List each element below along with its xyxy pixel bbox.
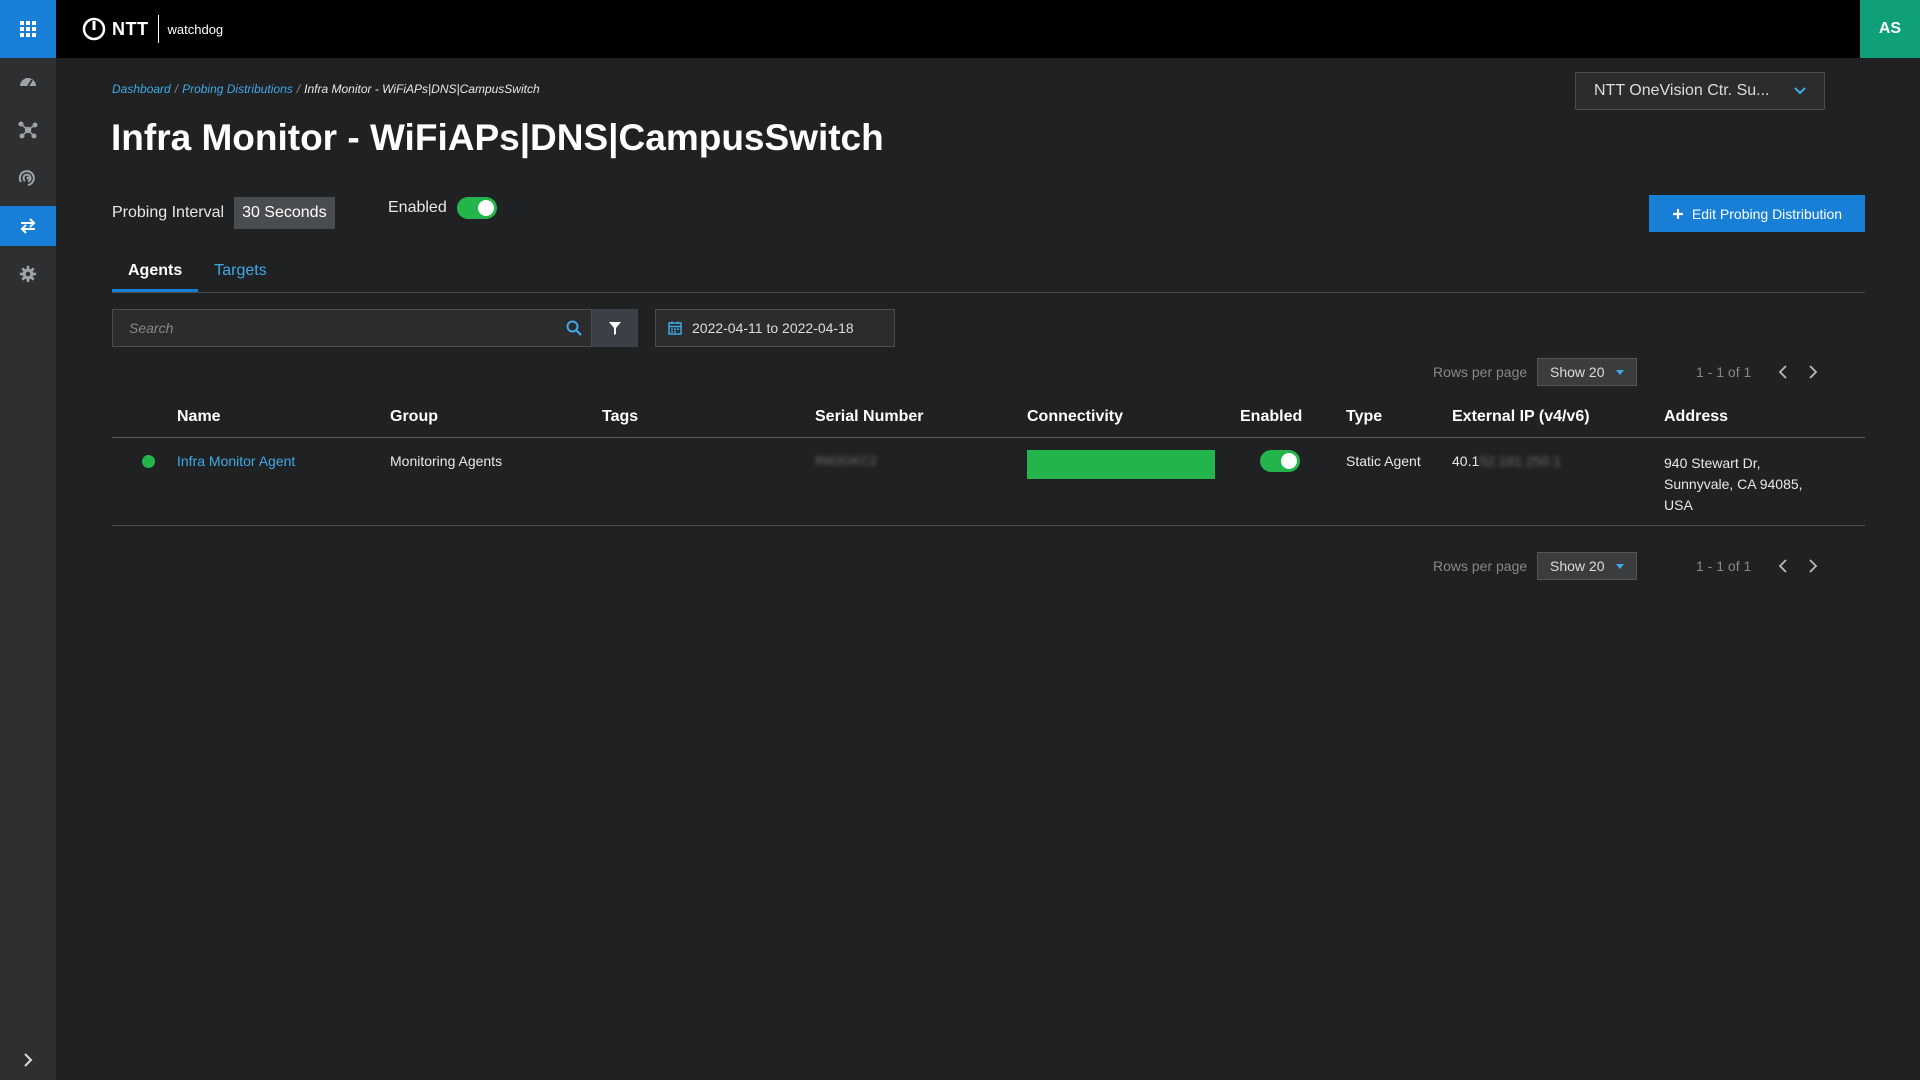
rows-per-page-value: Show 20: [1550, 558, 1605, 574]
table-row[interactable]: Infra Monitor Agent Monitoring Agents 8W…: [112, 438, 1865, 526]
tab-bar: Agents Targets: [112, 252, 1865, 293]
filter-button[interactable]: [592, 309, 638, 347]
page-title: Infra Monitor - WiFiAPs|DNS|CampusSwitch: [111, 117, 884, 158]
brand-divider: [157, 15, 159, 43]
sidebar-item-probing-distributions[interactable]: [0, 206, 56, 246]
probing-interval-label: Probing Interval: [112, 204, 225, 221]
column-header-enabled[interactable]: Enabled: [1240, 408, 1302, 426]
plus-icon: [1672, 208, 1683, 219]
brand-logo[interactable]: NTT watchdog: [82, 15, 223, 43]
table-header: Name Group Tags Serial Number Connectivi…: [112, 400, 1865, 438]
rows-per-page-select[interactable]: Show 20: [1537, 552, 1637, 580]
ip-redacted-part: 52.181.250.1: [1479, 453, 1561, 469]
address-line: Sunnyvale, CA 94085,: [1664, 476, 1803, 492]
edit-button-label: Edit Probing Distribution: [1691, 205, 1843, 222]
gear-icon: [19, 265, 37, 283]
chevron-right-icon[interactable]: [1807, 557, 1819, 575]
search-icon: [566, 320, 582, 336]
sidebar-expand-button[interactable]: [0, 1040, 56, 1080]
calendar-icon: [668, 321, 682, 335]
app-launcher-button[interactable]: [0, 0, 56, 58]
search-input[interactable]: [113, 320, 557, 336]
column-header-name[interactable]: Name: [177, 408, 221, 426]
column-header-group[interactable]: Group: [390, 408, 438, 426]
search-button[interactable]: [557, 320, 591, 336]
column-header-tags[interactable]: Tags: [602, 408, 638, 426]
account-selector[interactable]: NTT OneVision Ctr. Su...: [1575, 72, 1825, 110]
column-header-address[interactable]: Address: [1664, 408, 1728, 426]
chevron-left-icon[interactable]: [1777, 557, 1789, 575]
chevron-right-icon[interactable]: [1807, 363, 1819, 381]
address-line: USA: [1664, 497, 1693, 513]
sidebar-item-settings[interactable]: [0, 254, 56, 294]
agents-table: Name Group Tags Serial Number Connectivi…: [112, 400, 1865, 526]
tab-targets[interactable]: Targets: [198, 252, 282, 292]
probing-interval-value: 30 Seconds: [234, 197, 335, 229]
sidebar-item-topology[interactable]: [0, 110, 56, 150]
top-bar: NTT watchdog AS: [0, 0, 1920, 58]
agent-name-link[interactable]: Infra Monitor Agent: [177, 453, 295, 469]
column-header-connectivity[interactable]: Connectivity: [1027, 408, 1123, 426]
speedometer-icon: [20, 78, 36, 87]
sidebar-item-probes[interactable]: [0, 158, 56, 198]
rows-per-page-label: Rows per page: [1433, 558, 1528, 574]
breadcrumb-dashboard[interactable]: Dashboard: [112, 82, 171, 96]
enabled-control: Enabled: [388, 197, 497, 219]
rows-per-page-select[interactable]: Show 20: [1537, 358, 1637, 386]
agent-serial-number: 8W2GKC2: [815, 453, 878, 468]
agent-group: Monitoring Agents: [390, 453, 503, 469]
pagination-range: 1 - 1 of 1: [1696, 558, 1752, 574]
radar-icon: [18, 170, 35, 186]
network-nodes-icon: [18, 121, 38, 139]
date-range-value: 2022-04-11 to 2022-04-18: [692, 320, 854, 336]
rows-per-page-label: Rows per page: [1433, 364, 1528, 380]
ip-visible-part: 40.1: [1452, 453, 1480, 469]
column-header-serial-number[interactable]: Serial Number: [815, 408, 923, 426]
filter-icon: [609, 321, 621, 335]
agent-address: 940 Stewart Dr, Sunnyvale, CA 94085, USA: [1664, 453, 1844, 516]
pagination-range: 1 - 1 of 1: [1696, 364, 1752, 380]
enabled-toggle[interactable]: [456, 197, 497, 219]
connectivity-bar: [1027, 450, 1215, 479]
probing-interval: Probing Interval 30 Seconds: [112, 197, 335, 229]
breadcrumb: Dashboard / Probing Distributions / Infr…: [112, 82, 540, 96]
user-avatar[interactable]: AS: [1860, 0, 1920, 58]
chevron-down-icon: [1794, 87, 1806, 95]
search-box: [112, 309, 592, 347]
sidebar: [0, 58, 56, 1080]
chevron-left-icon[interactable]: [1777, 363, 1789, 381]
breadcrumb-probing-distributions[interactable]: Probing Distributions: [182, 82, 293, 96]
enabled-label: Enabled: [388, 199, 447, 216]
tab-agents[interactable]: Agents: [112, 252, 199, 292]
edit-probing-distribution-button[interactable]: Edit Probing Distribution: [1649, 195, 1865, 232]
breadcrumb-current: Infra Monitor - WiFiAPs|DNS|CampusSwitch: [304, 82, 540, 96]
column-header-external-ip[interactable]: External IP (v4/v6): [1452, 408, 1590, 426]
sidebar-item-dashboard[interactable]: [0, 62, 56, 102]
chevron-right-icon: [24, 1053, 33, 1067]
rows-per-page-value: Show 20: [1550, 364, 1605, 380]
agent-enabled-toggle[interactable]: [1260, 450, 1300, 472]
date-range-picker[interactable]: 2022-04-11 to 2022-04-18: [655, 309, 895, 347]
brand-name: NTT: [112, 18, 149, 39]
breadcrumb-separator: /: [174, 82, 179, 96]
account-selector-value: NTT OneVision Ctr. Su...: [1594, 82, 1770, 99]
caret-down-icon: [1616, 370, 1624, 375]
ntt-logo-icon: [82, 17, 106, 41]
breadcrumb-separator: /: [296, 82, 301, 96]
column-header-type[interactable]: Type: [1346, 408, 1382, 426]
agent-type: Static Agent: [1346, 453, 1421, 469]
agent-external-ip: 40.152.181.250.1: [1452, 453, 1561, 469]
address-line: 940 Stewart Dr,: [1664, 455, 1761, 471]
exchange-arrows-icon: [20, 218, 36, 234]
status-online-dot: [142, 455, 155, 468]
grid-icon: [20, 21, 36, 37]
app-name: watchdog: [167, 21, 224, 37]
caret-down-icon: [1616, 564, 1624, 569]
